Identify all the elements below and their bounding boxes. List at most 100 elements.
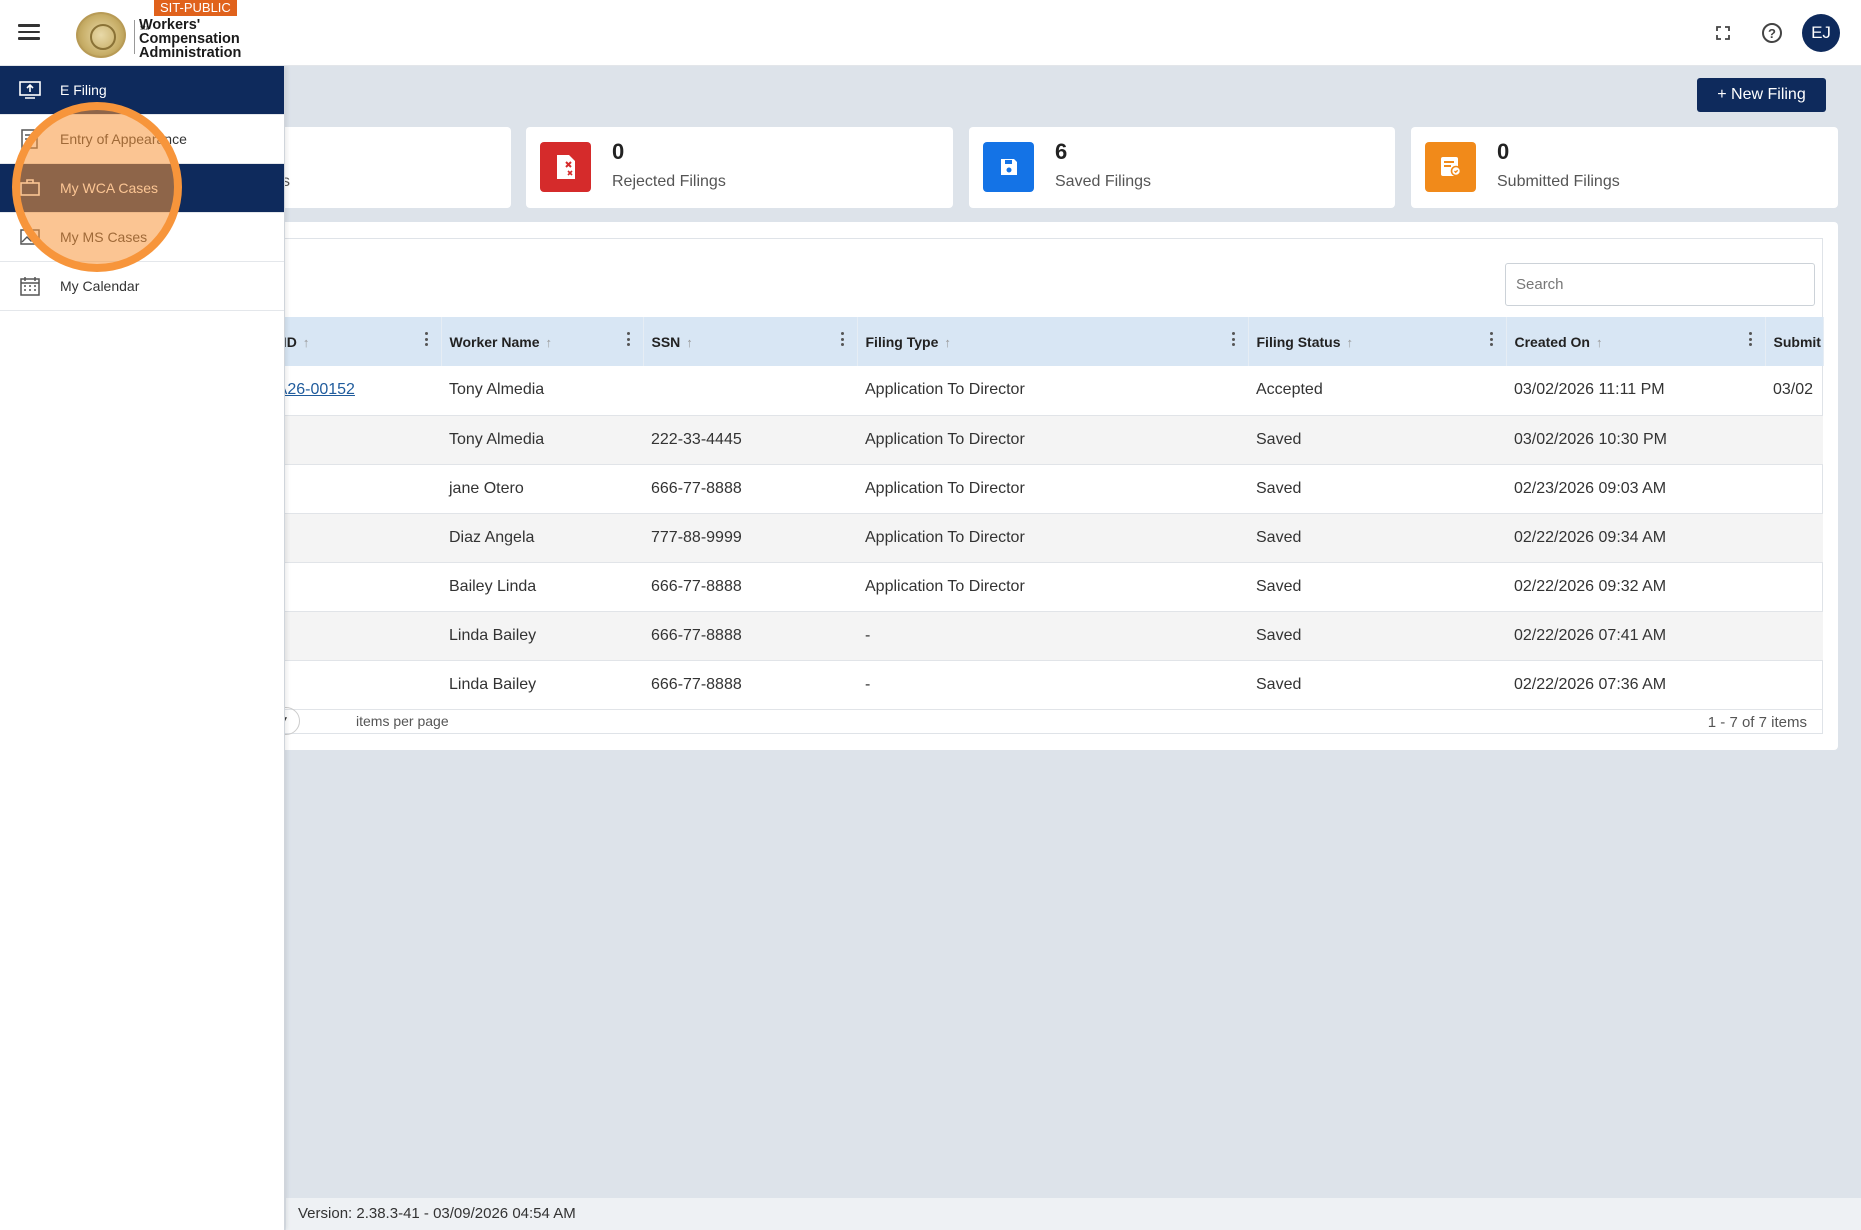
stat-card-filings[interactable]: s xyxy=(250,127,511,208)
logo-divider xyxy=(134,20,135,54)
col-label: Created On xyxy=(1514,333,1590,350)
upload-monitor-icon xyxy=(19,80,41,100)
avatar[interactable]: EJ xyxy=(1802,14,1840,52)
submitted-doc-icon xyxy=(1425,142,1476,192)
document-icon xyxy=(19,129,41,149)
cell-filing-type: - xyxy=(857,611,1248,661)
filings-table: WCA ID↑ Worker Name↑ SSN↑ Filing Type↑ F… xyxy=(250,317,1824,710)
rejected-file-icon xyxy=(540,142,591,192)
cell-ssn: 666-77-8888 xyxy=(643,660,857,710)
logo-line-2: Compensation xyxy=(139,31,240,47)
table-row[interactable]: WCA26-00152 Tony Almedia Application To … xyxy=(250,366,1823,416)
table-container: WCA ID↑ Worker Name↑ SSN↑ Filing Type↑ F… xyxy=(220,238,1824,735)
col-label: Submit xyxy=(1773,333,1821,350)
cell-worker-name: Linda Bailey xyxy=(441,611,643,661)
save-icon xyxy=(983,142,1034,192)
sidebar-nav: E Filing Entry of Appearance My WCA Case… xyxy=(0,66,285,1230)
table-row[interactable]: Linda Bailey 666-77-8888 - Saved 02/22/2… xyxy=(250,611,1823,661)
col-header-submitted[interactable]: Submit xyxy=(1765,317,1824,366)
version-footer: Version: 2.38.3-41 - 03/09/2026 04:54 AM xyxy=(286,1198,1861,1230)
logo-line-1: Workers' xyxy=(139,17,201,33)
sidebar-item-label: My WCA Cases xyxy=(60,180,159,196)
sort-arrow-icon[interactable]: ↑ xyxy=(944,335,951,350)
sidebar-item-e-filing[interactable]: E Filing xyxy=(0,66,284,115)
fullscreen-icon[interactable] xyxy=(1711,21,1735,45)
col-header-worker-name[interactable]: Worker Name ↑ xyxy=(441,317,644,366)
column-menu-icon[interactable] xyxy=(1489,332,1494,349)
logo-text: Workers' Compensation Administration xyxy=(139,17,249,61)
col-header-filing-status[interactable]: Filing Status ↑ xyxy=(1248,317,1507,366)
cell-worker-name: Tony Almedia xyxy=(441,415,643,465)
stat-card-submitted[interactable]: 0 Submitted Filings xyxy=(1411,127,1838,208)
cell-ssn: 666-77-8888 xyxy=(643,611,857,661)
cell-submitted xyxy=(1765,513,1823,563)
sort-arrow-icon[interactable]: ↑ xyxy=(1347,335,1354,350)
column-menu-icon[interactable] xyxy=(424,332,429,349)
column-menu-icon[interactable] xyxy=(1748,332,1753,349)
submitted-count: 0 xyxy=(1497,139,1510,164)
cell-filing-type: Application To Director xyxy=(857,562,1248,612)
cell-submitted xyxy=(1765,464,1823,514)
col-label: Worker Name xyxy=(449,333,540,350)
cell-submitted: 03/02 xyxy=(1765,366,1823,416)
cell-ssn: 666-77-8888 xyxy=(643,562,857,612)
sidebar-item-label: Entry of Appearance xyxy=(60,131,187,147)
calendar-icon xyxy=(19,276,41,296)
cell-filing-type: Application To Director xyxy=(857,366,1248,416)
table-header-row: WCA ID↑ Worker Name↑ SSN↑ Filing Type↑ F… xyxy=(250,317,1824,366)
cell-filing-type: Application To Director xyxy=(857,464,1248,514)
table-row[interactable]: Linda Bailey 666-77-8888 - Saved 02/22/2… xyxy=(250,660,1823,710)
cell-filing-status: Saved xyxy=(1248,660,1506,710)
col-header-created-on[interactable]: Created On ↑ xyxy=(1506,317,1766,366)
state-seal-icon xyxy=(76,12,126,58)
cell-created-on: 02/22/2026 09:32 AM xyxy=(1506,562,1765,612)
hamburger-menu-icon[interactable] xyxy=(18,20,44,46)
new-filing-button[interactable]: + New Filing xyxy=(1697,78,1826,112)
pagination: 5▼ items per page 1 - 7 of 7 items xyxy=(220,707,1823,735)
sort-arrow-icon[interactable]: ↑ xyxy=(303,335,310,350)
search-input[interactable] xyxy=(1505,263,1815,306)
col-header-filing-type[interactable]: Filing Type ↑ xyxy=(857,317,1249,366)
cell-submitted xyxy=(1765,611,1823,661)
cell-ssn: 222-33-4445 xyxy=(643,415,857,465)
table-row[interactable]: jane Otero 666-77-8888 Application To Di… xyxy=(250,464,1823,514)
stat-card-saved[interactable]: 6 Saved Filings xyxy=(969,127,1395,208)
sort-arrow-icon[interactable]: ↑ xyxy=(546,335,553,350)
table-row[interactable]: Diaz Angela 777-88-9999 Application To D… xyxy=(250,513,1823,563)
pagination-info: 1 - 7 of 7 items xyxy=(1707,714,1807,731)
sidebar-item-my-calendar[interactable]: My Calendar xyxy=(0,262,284,311)
cell-filing-status: Saved xyxy=(1248,415,1506,465)
sidebar-item-my-wca-cases[interactable]: My WCA Cases xyxy=(0,164,284,213)
environment-badge: SIT-PUBLIC xyxy=(154,0,237,16)
sidebar-item-entry-of-appearance[interactable]: Entry of Appearance xyxy=(0,115,284,164)
table-row[interactable]: Bailey Linda 666-77-8888 Application To … xyxy=(250,562,1823,612)
column-menu-icon[interactable] xyxy=(1231,332,1236,349)
sort-arrow-icon[interactable]: ↑ xyxy=(1596,335,1603,350)
column-menu-icon[interactable] xyxy=(626,332,631,349)
top-header: Sta Workers' Compensation Administration… xyxy=(0,0,1861,66)
sidebar-item-label: My Calendar xyxy=(60,278,140,294)
cell-submitted xyxy=(1765,415,1823,465)
cell-filing-status: Saved xyxy=(1248,464,1506,514)
cell-filing-status: Saved xyxy=(1248,562,1506,612)
saved-count: 6 xyxy=(1055,139,1068,164)
stat-card-rejected[interactable]: 0 Rejected Filings xyxy=(526,127,953,208)
cell-worker-name: jane Otero xyxy=(441,464,643,514)
cell-ssn: 666-77-8888 xyxy=(643,464,857,514)
cell-filing-type: Application To Director xyxy=(857,513,1248,563)
sidebar-item-my-ms-cases[interactable]: My MS Cases xyxy=(0,213,284,262)
cell-created-on: 02/23/2026 09:03 AM xyxy=(1506,464,1765,514)
table-row[interactable]: Tony Almedia 222-33-4445 Application To … xyxy=(250,415,1823,465)
sort-arrow-icon[interactable]: ↑ xyxy=(686,335,693,350)
rejected-count: 0 xyxy=(612,139,625,164)
col-header-ssn[interactable]: SSN ↑ xyxy=(643,317,858,366)
cell-created-on: 02/22/2026 09:34 AM xyxy=(1506,513,1765,563)
col-label: SSN xyxy=(651,333,681,350)
help-icon[interactable]: ? xyxy=(1760,21,1784,45)
items-per-page-label: items per page xyxy=(356,713,449,729)
cell-worker-name: Bailey Linda xyxy=(441,562,643,612)
logo-line-3: Administration xyxy=(139,45,242,61)
cell-filing-status: Saved xyxy=(1248,513,1506,563)
sidebar-item-label: My MS Cases xyxy=(60,229,148,245)
column-menu-icon[interactable] xyxy=(840,332,845,349)
